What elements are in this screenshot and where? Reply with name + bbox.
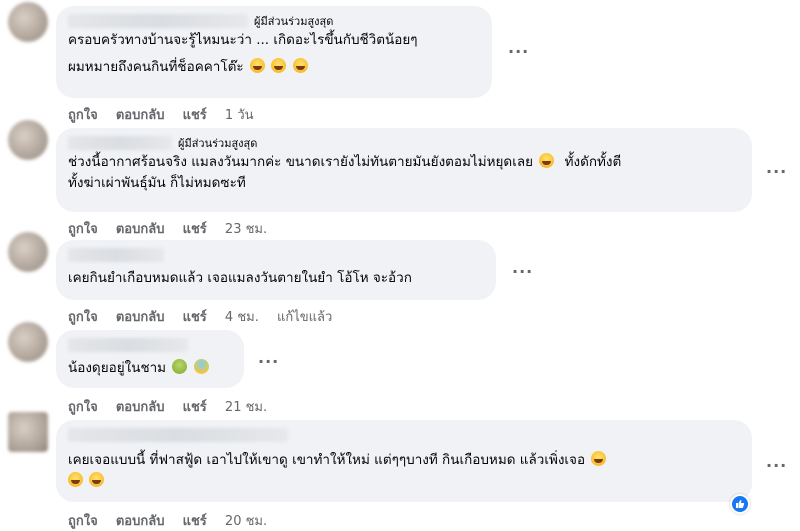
comment-bubble: เคยกินยำเกือบหมดแล้ว เจอแมลงวันตายในยำ โ… bbox=[56, 240, 496, 300]
comment-actions: ถูกใจ ตอบกลับ แชร์ 20 ชม. bbox=[68, 510, 281, 531]
timestamp[interactable]: 21 ชม. bbox=[225, 400, 267, 415]
more-options-icon[interactable]: ... bbox=[508, 38, 529, 57]
screaming-emoji-icon bbox=[193, 359, 209, 374]
reply-button[interactable]: ตอบกลับ bbox=[116, 400, 165, 415]
comment-text: เคยเจอแบบนี้ ที่ฟาสฟู้ด เอาไปให้เขาดู เข… bbox=[68, 452, 586, 468]
author-row bbox=[68, 246, 484, 264]
laughing-emoji-icon bbox=[89, 472, 105, 487]
comment-text: ช่วงนี้อากาศร้อนจริง แมลงวันมากค่ะ ขนาดเ… bbox=[68, 154, 533, 170]
reply-button[interactable]: ตอบกลับ bbox=[116, 108, 165, 123]
comment-text: ผมหมายถึงคนกินที่ช็อคคาโต๊ะ bbox=[68, 59, 244, 75]
comment-text-line bbox=[68, 471, 740, 492]
avatar[interactable] bbox=[8, 120, 48, 160]
comment-actions: ถูกใจ ตอบกลับ แชร์ 21 ชม. bbox=[68, 396, 281, 417]
reply-button[interactable]: ตอบกลับ bbox=[116, 310, 165, 325]
edited-label[interactable]: แก้ไขแล้ว bbox=[277, 310, 332, 325]
share-button[interactable]: แชร์ bbox=[183, 400, 207, 415]
comment-actions: ถูกใจ ตอบกลับ แชร์ 1 วัน bbox=[68, 104, 268, 125]
author-row bbox=[68, 336, 232, 354]
comment-bubble: เคยเจอแบบนี้ ที่ฟาสฟู้ด เอาไปให้เขาดู เข… bbox=[56, 420, 752, 502]
like-button[interactable]: ถูกใจ bbox=[68, 108, 98, 123]
timestamp[interactable]: 23 ชม. bbox=[225, 222, 267, 237]
author-name-blurred[interactable] bbox=[68, 136, 172, 150]
comment-text-line: เคยเจอแบบนี้ ที่ฟาสฟู้ด เอาไปให้เขาดู เข… bbox=[68, 450, 740, 471]
avatar[interactable] bbox=[8, 232, 48, 272]
like-button[interactable]: ถูกใจ bbox=[68, 310, 98, 325]
comment-text-line: น้องดุยอยู่ในชาม bbox=[68, 358, 232, 379]
author-row: ผู้มีส่วนร่วมสูงสุด bbox=[68, 12, 480, 30]
share-button[interactable]: แชร์ bbox=[183, 108, 207, 123]
more-options-icon[interactable]: ... bbox=[512, 258, 533, 277]
avatar[interactable] bbox=[8, 322, 48, 362]
comment-text-line: ผมหมายถึงคนกินที่ช็อคคาโต๊ะ bbox=[68, 57, 480, 78]
author-name-blurred[interactable] bbox=[68, 428, 288, 442]
timestamp[interactable]: 1 วัน bbox=[225, 108, 254, 123]
avatar[interactable] bbox=[8, 2, 48, 42]
nauseated-emoji-icon bbox=[172, 359, 188, 374]
comment-bubble: ผู้มีส่วนร่วมสูงสุด ช่วงนี้อากาศร้อนจริง… bbox=[56, 128, 752, 212]
comment-actions: ถูกใจ ตอบกลับ แชร์ 23 ชม. bbox=[68, 218, 281, 239]
comment-text-line: ครอบครัวทางบ้านจะรู้ไหมนะว่า ... เกิดอะไ… bbox=[68, 32, 418, 48]
more-options-icon[interactable]: ... bbox=[766, 158, 787, 177]
laughing-emoji-icon bbox=[271, 58, 287, 73]
comment-text-line: ทั้งฆ่าเผ่าพันธุ์มัน ก็ไม่หมดซะที bbox=[68, 175, 246, 191]
author-name-blurred[interactable] bbox=[68, 248, 164, 262]
reply-button[interactable]: ตอบกลับ bbox=[116, 222, 165, 237]
comment-bubble: ผู้มีส่วนร่วมสูงสุด ครอบครัวทางบ้านจะรู้… bbox=[56, 6, 492, 98]
comment-text: ทั้งดักทั้งตี bbox=[564, 154, 622, 170]
laughing-emoji-icon bbox=[591, 451, 607, 466]
laughing-emoji-icon bbox=[539, 153, 555, 168]
comment-bubble: น้องดุยอยู่ในชาม bbox=[56, 330, 244, 388]
laughing-emoji-icon bbox=[249, 58, 265, 73]
share-button[interactable]: แชร์ bbox=[183, 222, 207, 237]
top-contributor-badge: ผู้มีส่วนร่วมสูงสุด bbox=[178, 137, 258, 150]
like-reaction-icon[interactable] bbox=[730, 494, 750, 514]
like-button[interactable]: ถูกใจ bbox=[68, 400, 98, 415]
laughing-emoji-icon bbox=[68, 472, 83, 487]
comment-text-line: ช่วงนี้อากาศร้อนจริง แมลงวันมากค่ะ ขนาดเ… bbox=[68, 152, 740, 173]
comment-actions: ถูกใจ ตอบกลับ แชร์ 4 ชม. แก้ไขแล้ว bbox=[68, 306, 346, 327]
more-options-icon[interactable]: ... bbox=[258, 348, 279, 367]
comment-text: น้องดุยอยู่ในชาม bbox=[68, 360, 167, 376]
author-row: ผู้มีส่วนร่วมสูงสุด bbox=[68, 134, 740, 152]
author-name-blurred[interactable] bbox=[68, 14, 248, 28]
thumbs-up-icon bbox=[732, 496, 748, 512]
share-button[interactable]: แชร์ bbox=[183, 310, 207, 325]
comment-text-line: เคยกินยำเกือบหมดแล้ว เจอแมลงวันตายในยำ โ… bbox=[68, 270, 412, 286]
timestamp[interactable]: 4 ชม. bbox=[225, 310, 259, 325]
more-options-icon[interactable]: ... bbox=[766, 452, 787, 471]
author-row bbox=[68, 426, 740, 444]
top-contributor-badge: ผู้มีส่วนร่วมสูงสุด bbox=[254, 15, 334, 28]
author-name-blurred[interactable] bbox=[68, 338, 188, 352]
laughing-emoji-icon bbox=[292, 58, 308, 73]
avatar[interactable] bbox=[8, 412, 48, 452]
like-button[interactable]: ถูกใจ bbox=[68, 222, 98, 237]
